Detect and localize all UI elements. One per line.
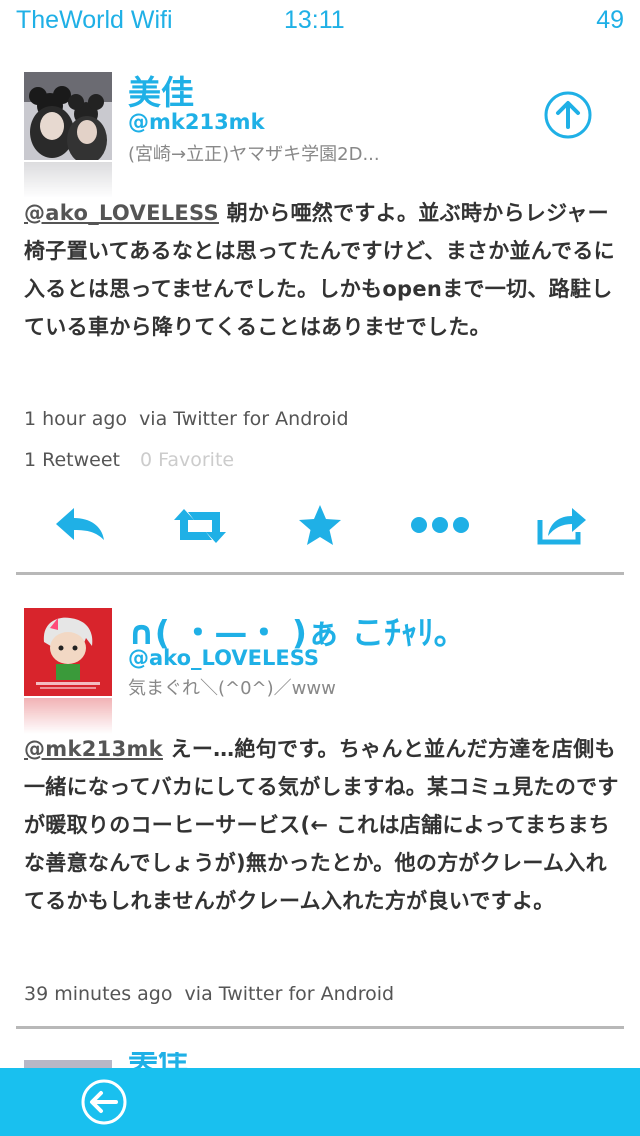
divider bbox=[16, 572, 624, 575]
avatar-reflection bbox=[24, 698, 112, 734]
tweet-text: @mk213mk えー…絶句です。ちゃんと並んだ方達を店側も一緒になってバカにし… bbox=[24, 730, 620, 920]
source[interactable]: via Twitter for Android bbox=[139, 408, 349, 430]
battery-level: 49 bbox=[596, 6, 624, 34]
mention-link[interactable]: @ako_LOVELESS bbox=[24, 201, 219, 225]
display-name: 美佳 bbox=[128, 1052, 198, 1068]
tweet-actions bbox=[0, 496, 640, 556]
avatar-reflection bbox=[24, 162, 112, 198]
user-handle[interactable]: @ako_LOVELESS bbox=[128, 646, 319, 670]
tweet-text: @ako_LOVELESS 朝から唖然ですよ。並ぶ時からレジャー椅子置いてあるな… bbox=[24, 194, 620, 346]
tweet-stats: 1 Retweet 0 Favorite bbox=[24, 449, 234, 471]
divider bbox=[16, 1026, 624, 1029]
avatar[interactable] bbox=[24, 72, 112, 160]
favorite-count[interactable]: 0 Favorite bbox=[140, 449, 234, 471]
more-icon[interactable] bbox=[410, 496, 470, 556]
clock: 13:11 bbox=[284, 6, 345, 34]
retweet-count[interactable]: 1 Retweet bbox=[24, 449, 120, 471]
carrier-label: TheWorld Wifi bbox=[16, 6, 173, 34]
retweet-icon[interactable] bbox=[170, 496, 230, 556]
user-handle[interactable]: @mk213mk bbox=[128, 110, 265, 134]
avatar[interactable] bbox=[24, 608, 112, 696]
timestamp: 39 minutes ago bbox=[24, 983, 173, 1005]
arrow-up-circle-icon[interactable] bbox=[542, 89, 594, 141]
mention-link[interactable]: @mk213mk bbox=[24, 737, 163, 761]
timestamp: 1 hour ago bbox=[24, 408, 128, 430]
bottom-toolbar bbox=[0, 1068, 640, 1136]
tweet-meta: 39 minutes ago via Twitter for Android bbox=[24, 983, 394, 1005]
user-bio: (宮崎→立正)ヤマザキ学園2D... bbox=[128, 144, 380, 165]
tweet-meta: 1 hour ago via Twitter for Android bbox=[24, 408, 349, 430]
back-arrow-circle-icon[interactable] bbox=[80, 1078, 128, 1126]
user-bio: 気まぐれ＼(^0^)／www bbox=[128, 678, 336, 699]
reply-icon[interactable] bbox=[50, 496, 110, 556]
display-name: 美佳 bbox=[128, 73, 194, 112]
source[interactable]: via Twitter for Android bbox=[185, 983, 395, 1005]
status-bar: TheWorld Wifi 13:11 49 bbox=[0, 0, 640, 42]
tweet-body: えー…絶句です。ちゃんと並んだ方達を店側も一緒になってバカにしてる気がしますね。… bbox=[24, 737, 619, 913]
share-icon[interactable] bbox=[532, 496, 592, 556]
star-icon[interactable] bbox=[290, 496, 350, 556]
